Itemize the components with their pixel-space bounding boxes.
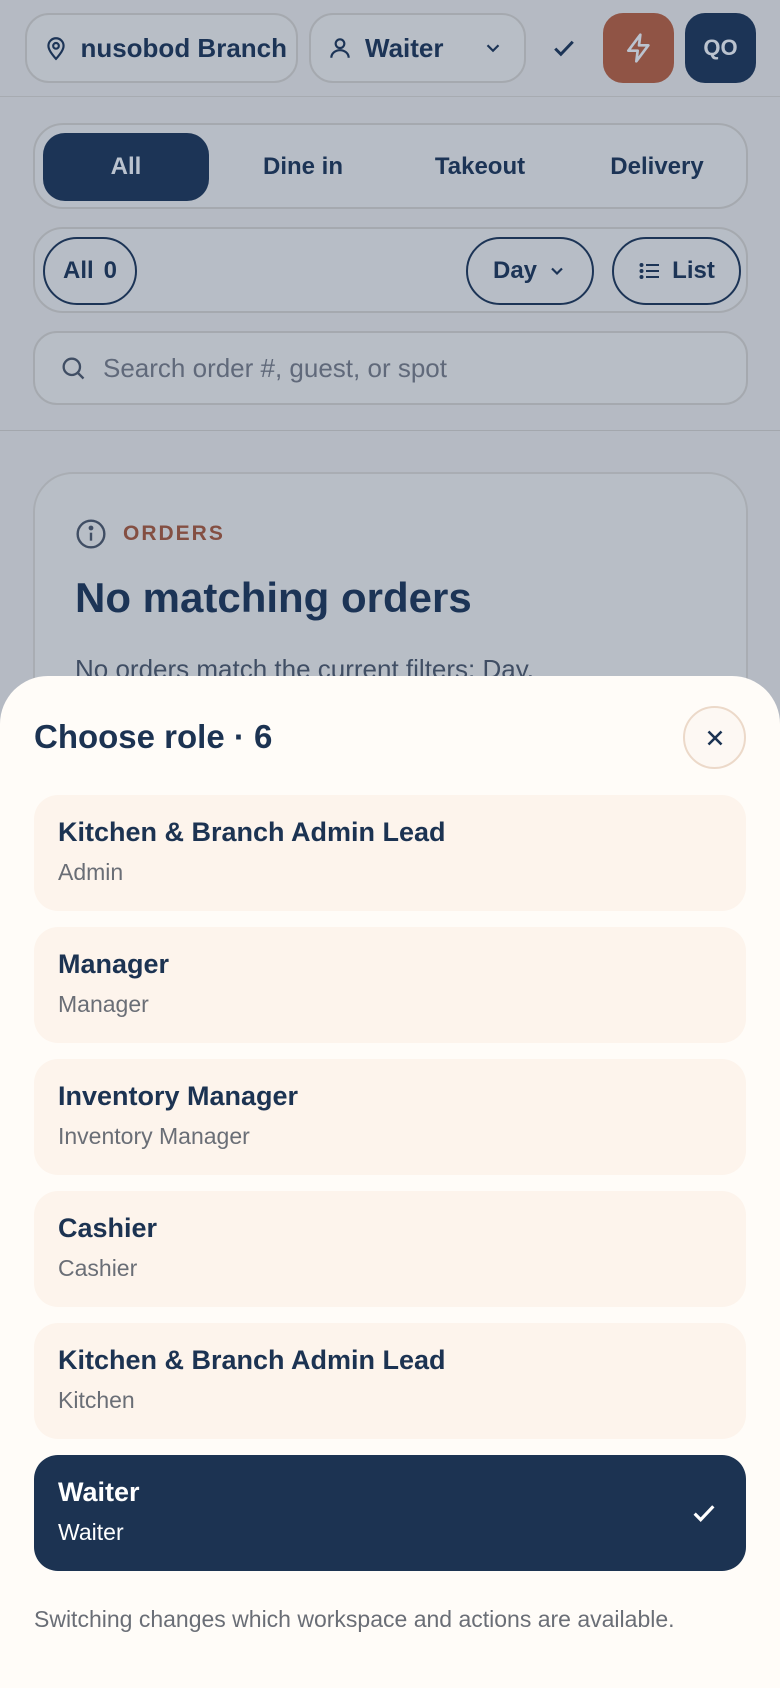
sheet-footnote: Switching changes which workspace and ac… — [34, 1606, 675, 1632]
role-picker-sheet: Choose role · 6 Kitchen & Branch Admin L… — [0, 676, 780, 1688]
close-icon — [702, 725, 728, 751]
role-name: Waiter — [58, 1477, 140, 1507]
role-type: Manager — [58, 991, 149, 1017]
role-name: Kitchen & Branch Admin Lead — [58, 817, 446, 847]
role-type: Waiter — [58, 1519, 124, 1545]
role-option[interactable]: Manager Manager — [34, 927, 746, 1043]
role-option-selected[interactable]: Waiter Waiter — [34, 1455, 746, 1571]
role-name: Inventory Manager — [58, 1081, 299, 1111]
role-type: Kitchen — [58, 1387, 135, 1413]
close-button[interactable] — [683, 706, 746, 769]
role-option[interactable]: Kitchen & Branch Admin Lead Admin — [34, 795, 746, 911]
role-option[interactable]: Cashier Cashier — [34, 1191, 746, 1307]
role-name: Manager — [58, 949, 170, 979]
selected-check-icon — [688, 1497, 720, 1529]
sheet-title: Choose role · 6 — [34, 718, 273, 755]
role-option[interactable]: Kitchen & Branch Admin Lead Kitchen — [34, 1323, 746, 1439]
role-option[interactable]: Inventory Manager Inventory Manager — [34, 1059, 746, 1175]
role-name: Cashier — [58, 1213, 158, 1243]
role-type: Cashier — [58, 1255, 138, 1281]
role-name: Kitchen & Branch Admin Lead — [58, 1345, 446, 1375]
role-type: Admin — [58, 859, 124, 885]
role-type: Inventory Manager — [58, 1123, 250, 1149]
